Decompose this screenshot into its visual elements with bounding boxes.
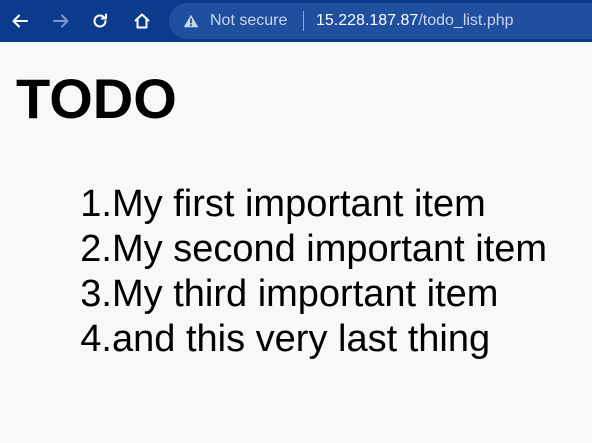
url-host: 15.228.187.87 (316, 12, 419, 29)
reload-icon (93, 13, 107, 28)
forward-button[interactable] (49, 9, 73, 33)
list-item: 2. My second important item (80, 227, 548, 272)
list-item-number: 4. (80, 318, 112, 360)
list-item: 3. My third important item (80, 272, 547, 317)
list-item-number: 2. (80, 228, 112, 270)
security-status[interactable]: Not secure (210, 12, 287, 30)
list-item: 1. My first important item (80, 182, 547, 227)
address-bar[interactable]: Not secure 15.228.187.87/todo_list.php (169, 3, 592, 39)
todo-list: 1. My first important item 2. My second im… (80, 182, 548, 362)
list-item-number: 1. (80, 183, 112, 225)
back-button[interactable] (8, 9, 32, 33)
home-button[interactable] (130, 9, 154, 33)
list-item: 4. and this very last thing (80, 317, 547, 362)
url-text[interactable]: 15.228.187.87/todo_list.php (316, 12, 514, 30)
arrow-right-icon (53, 14, 69, 28)
warning-icon (183, 14, 199, 28)
url-path: /todo_list.php (418, 12, 514, 29)
arrow-left-icon (12, 14, 28, 28)
list-item-text: My third important item (112, 273, 499, 315)
reload-button[interactable] (88, 9, 112, 33)
list-item-number: 3. (80, 273, 112, 315)
list-item-text: and this very last thing (112, 318, 491, 360)
home-icon (134, 13, 150, 29)
browser-toolbar: Not secure 15.228.187.87/todo_list.php (0, 0, 592, 42)
address-bar-divider (303, 11, 304, 31)
page-content: TODO 1. My first important item 2. My seco… (0, 42, 592, 443)
list-item-text: My first important item (112, 183, 486, 225)
list-item-text: My second important item (112, 228, 548, 270)
page-title: TODO (16, 67, 177, 130)
